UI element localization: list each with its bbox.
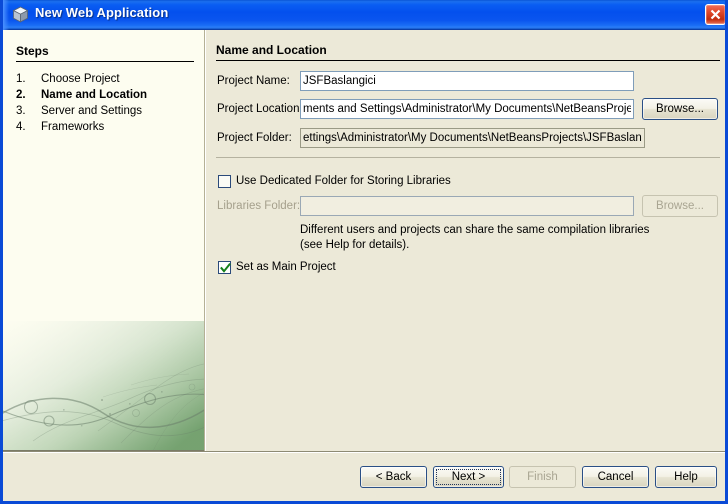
cancel-button[interactable]: Cancel [582, 466, 649, 488]
steps-heading-rule [16, 61, 194, 62]
next-button[interactable]: Next > [433, 466, 504, 488]
back-button[interactable]: < Back [360, 466, 427, 488]
libraries-folder-label: Libraries Folder: [217, 200, 301, 212]
finish-button: Finish [509, 466, 576, 488]
help-button[interactable]: Help [655, 466, 717, 488]
step-item-frameworks: 4. Frameworks [16, 119, 201, 135]
section-separator [216, 157, 720, 158]
set-as-main-project-checkbox[interactable]: Set as Main Project [218, 259, 336, 275]
titlebar-highlight [3, 0, 9, 30]
libraries-folder-browse-button: Browse... [642, 195, 718, 217]
next-button-label: Next > [451, 471, 486, 483]
step-number: 3. [16, 105, 26, 117]
window-title: New Web Application [35, 5, 169, 20]
step-label: Frameworks [41, 121, 105, 133]
libraries-folder-input [300, 196, 634, 216]
checkbox-unchecked-icon [218, 174, 231, 188]
steps-panel: Steps 1. Choose Project 2. Name and Loca… [3, 30, 204, 451]
button-bar-highlight [3, 452, 725, 453]
page-title-rule [216, 60, 720, 61]
project-folder-label: Project Folder: [217, 132, 292, 144]
steps-heading: Steps [16, 44, 49, 58]
decorative-watermark [3, 321, 204, 451]
steps-list: 1. Choose Project 2. Name and Location 3… [16, 71, 201, 135]
title-bar: New Web Application [3, 0, 725, 30]
use-dedicated-folder-checkbox[interactable]: Use Dedicated Folder for Storing Librari… [218, 173, 451, 189]
project-name-label: Project Name: [217, 75, 290, 87]
content-panel: Name and Location Project Name: Project … [206, 30, 725, 451]
libraries-help-line-1: Different users and projects can share t… [300, 224, 650, 236]
project-location-input[interactable] [300, 99, 634, 119]
close-icon[interactable] [705, 4, 725, 25]
step-label: Name and Location [41, 89, 148, 101]
new-web-application-dialog: New Web Application Steps 1. Choose Proj… [0, 0, 728, 504]
cube-icon [12, 6, 29, 23]
project-location-browse-button[interactable]: Browse... [642, 98, 718, 120]
project-name-input[interactable] [300, 71, 634, 91]
project-location-label: Project Location: [217, 103, 303, 115]
checkbox-checked-icon [218, 260, 231, 274]
step-item-name-and-location: 2. Name and Location [16, 87, 201, 103]
step-number: 1. [16, 73, 26, 85]
set-as-main-project-label: Set as Main Project [236, 261, 336, 273]
step-label: Server and Settings [41, 105, 143, 117]
step-number: 4. [16, 121, 26, 133]
use-dedicated-folder-label: Use Dedicated Folder for Storing Librari… [236, 175, 451, 187]
step-item-choose-project: 1. Choose Project [16, 71, 201, 87]
step-label: Choose Project [41, 73, 120, 85]
page-title: Name and Location [216, 43, 327, 57]
step-number: 2. [16, 89, 26, 101]
libraries-help-line-2: (see Help for details). [300, 239, 410, 251]
dialog-button-bar: < Back Next > Finish Cancel Help [3, 451, 725, 498]
project-folder-input [300, 128, 645, 148]
step-item-server-and-settings: 3. Server and Settings [16, 103, 201, 119]
